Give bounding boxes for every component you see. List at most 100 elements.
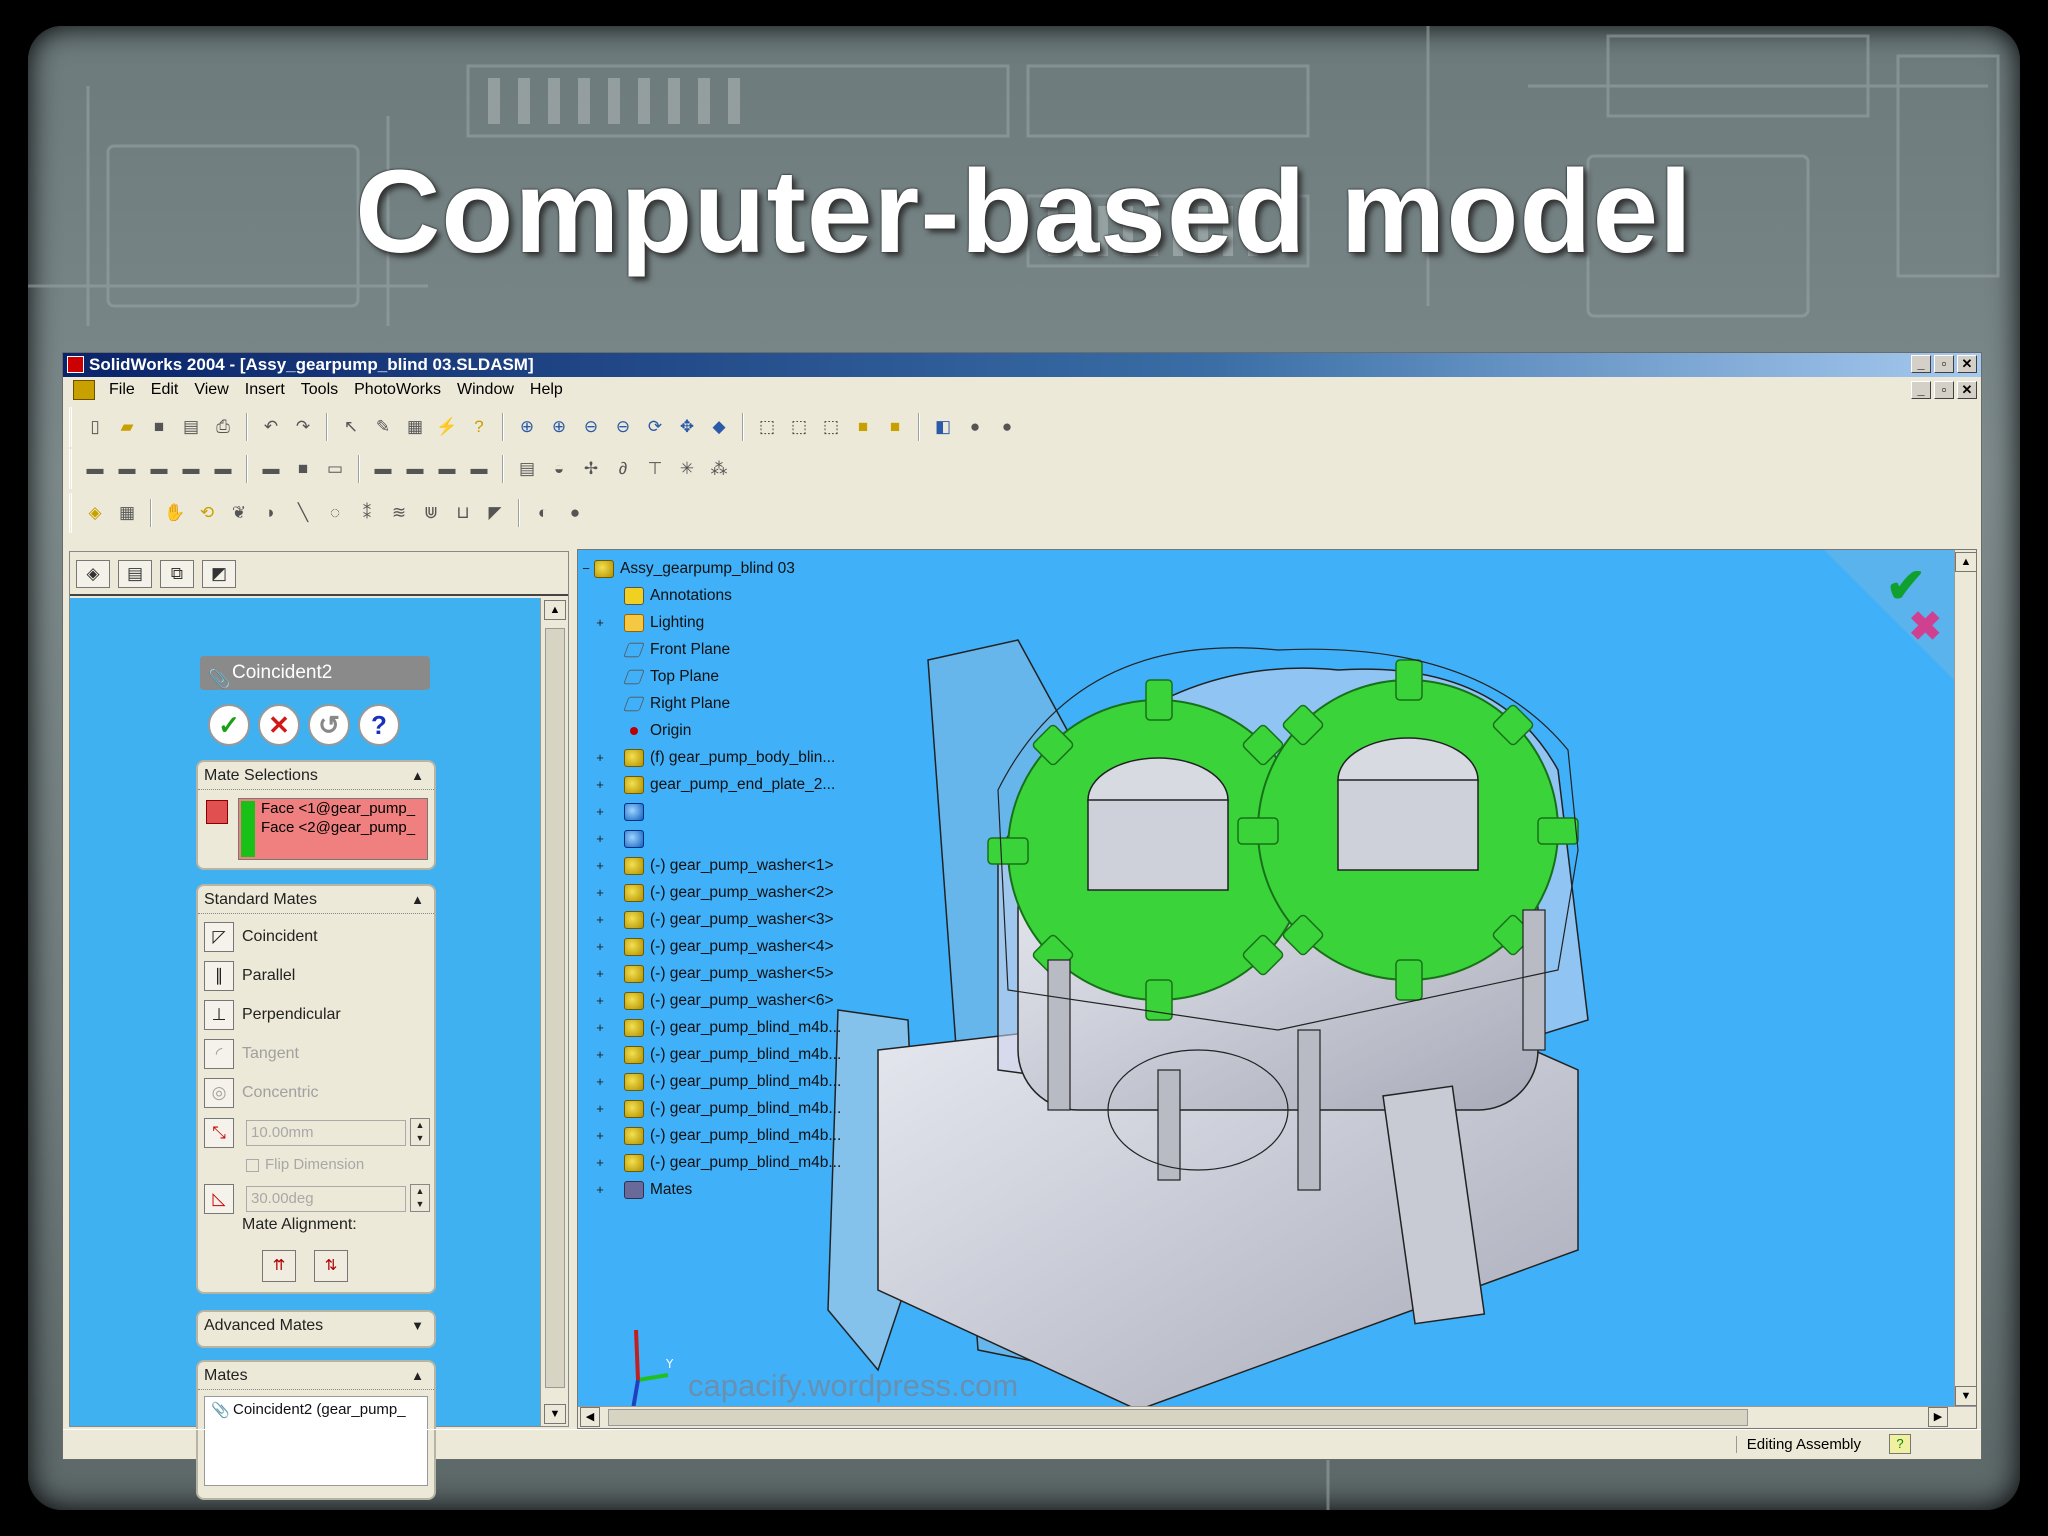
scroll-up-arrow-icon[interactable]: ▲ bbox=[1955, 552, 1976, 572]
panel-scrollbar[interactable]: ▲ ▼ bbox=[540, 598, 568, 1426]
mate-selections-list[interactable]: Face <1@gear_pump_ Face <2@gear_pump_ bbox=[238, 798, 428, 860]
print-icon[interactable]: ⎙ bbox=[210, 414, 236, 440]
assembly-icon[interactable]: ◈ bbox=[82, 500, 108, 526]
tree-node[interactable]: Annotations bbox=[624, 583, 732, 609]
insert-component-icon[interactable]: ▤ bbox=[514, 456, 540, 482]
expand-icon[interactable]: + bbox=[594, 772, 606, 798]
expand-icon[interactable]: + bbox=[594, 907, 606, 933]
hidden-removed-icon[interactable]: ⬚ bbox=[818, 414, 844, 440]
simulation-icon[interactable]: ◐ bbox=[530, 500, 556, 526]
back-view-icon[interactable]: ▬ bbox=[114, 456, 140, 482]
top-view-icon[interactable]: ▬ bbox=[210, 456, 236, 482]
rotate-icon[interactable]: ⟳ bbox=[642, 414, 668, 440]
help-icon[interactable]: ? bbox=[466, 414, 492, 440]
render-icon[interactable]: ● bbox=[562, 500, 588, 526]
expand-icon[interactable]: + bbox=[594, 610, 606, 636]
tree-node[interactable]: + (-) gear_pump_blind_m4b... bbox=[596, 1096, 841, 1122]
tree-node[interactable]: + (-) gear_pump_blind_m4b... bbox=[596, 1042, 841, 1068]
maximize-button[interactable]: ▫ bbox=[1934, 355, 1954, 373]
tree-root[interactable]: − Assy_gearpump_blind 03 bbox=[582, 556, 795, 582]
menu-tools[interactable]: Tools bbox=[293, 377, 346, 403]
undo-icon[interactable]: ↶ bbox=[258, 414, 284, 440]
expand-icon[interactable]: + bbox=[594, 853, 606, 879]
featuremanager-tab-icon[interactable]: ◈ bbox=[76, 560, 110, 588]
expand-icon[interactable]: + bbox=[594, 961, 606, 987]
tree-node-selected[interactable]: + bbox=[596, 799, 650, 825]
tree-node[interactable]: + (-) gear_pump_washer<4> bbox=[596, 934, 834, 960]
tree-node[interactable]: Front Plane bbox=[623, 637, 730, 663]
configurationmanager-tab-icon[interactable]: ⧉ bbox=[160, 560, 194, 588]
layout-icon[interactable]: ▦ bbox=[114, 500, 140, 526]
tree-node[interactable]: + (-) gear_pump_blind_m4b... bbox=[596, 1150, 841, 1176]
3d-sketch-icon[interactable]: ∂ bbox=[610, 456, 636, 482]
tree-node[interactable]: + (-) gear_pump_washer<5> bbox=[596, 961, 834, 987]
rib-icon[interactable]: ◤ bbox=[482, 500, 508, 526]
advanced-mates-group[interactable]: Advanced Mates ▼ bbox=[196, 1310, 436, 1348]
tree-node[interactable]: + Mates bbox=[596, 1177, 692, 1203]
help-button[interactable]: ? bbox=[358, 704, 400, 746]
scroll-right-arrow-icon[interactable]: ▶ bbox=[1928, 1407, 1948, 1427]
move-component-icon[interactable]: ✋ bbox=[162, 500, 188, 526]
pan-icon[interactable]: ✥ bbox=[674, 414, 700, 440]
menu-file[interactable]: File bbox=[101, 377, 143, 403]
close-button[interactable]: ✕ bbox=[1957, 355, 1977, 373]
doc-minimize-button[interactable]: _ bbox=[1911, 381, 1931, 399]
mates-list-item[interactable]: Coincident2 (gear_pump_ bbox=[233, 1401, 423, 1418]
cancel-x-icon[interactable]: ✖ bbox=[1908, 604, 1942, 650]
front-view-icon[interactable]: ▬ bbox=[82, 456, 108, 482]
expand-icon[interactable]: + bbox=[594, 988, 606, 1014]
tree-node[interactable]: Right Plane bbox=[623, 691, 730, 717]
normal-to-icon[interactable]: ▬ bbox=[402, 456, 428, 482]
scroll-down-arrow-icon[interactable]: ▼ bbox=[544, 1404, 566, 1424]
chamfer-icon[interactable]: ╲ bbox=[290, 500, 316, 526]
menu-help[interactable]: Help bbox=[522, 377, 571, 403]
menu-edit[interactable]: Edit bbox=[143, 377, 187, 403]
tree-node[interactable]: + (-) gear_pump_washer<1> bbox=[596, 853, 834, 879]
tree-node-selected[interactable]: + bbox=[596, 826, 650, 852]
distance-field[interactable]: 10.00mm bbox=[246, 1120, 406, 1146]
expand-icon[interactable]: ▼ bbox=[411, 1312, 424, 1340]
scroll-left-arrow-icon[interactable]: ◀ bbox=[580, 1407, 600, 1427]
mate-selection-item[interactable]: Face <2@gear_pump_ bbox=[261, 818, 427, 837]
redo-icon[interactable]: ↷ bbox=[290, 414, 316, 440]
open-icon[interactable]: ▰ bbox=[114, 414, 140, 440]
mate-selections-header[interactable]: Mate Selections ▲ bbox=[198, 762, 434, 790]
ok-button[interactable]: ✓ bbox=[208, 704, 250, 746]
propertymanager-tab-icon[interactable]: ▤ bbox=[118, 560, 152, 588]
tree-node[interactable]: + (-) gear_pump_blind_m4b... bbox=[596, 1123, 841, 1149]
iso-view-icon[interactable]: ■ bbox=[290, 456, 316, 482]
hide-show-icon[interactable]: ◒ bbox=[546, 456, 572, 482]
single-view-icon[interactable]: ▬ bbox=[434, 456, 460, 482]
mate-perpendicular[interactable]: ⊥ Perpendicular bbox=[204, 998, 341, 1032]
shaded-icon[interactable]: ■ bbox=[882, 414, 908, 440]
expand-icon[interactable]: + bbox=[594, 1123, 606, 1149]
smart-fastener-icon[interactable]: ⊤ bbox=[642, 456, 668, 482]
expand-icon[interactable]: + bbox=[594, 880, 606, 906]
tree-node[interactable]: + (-) gear_pump_washer<3> bbox=[596, 907, 834, 933]
expand-icon[interactable]: + bbox=[594, 1177, 606, 1203]
zoom-in-icon[interactable]: ⊕ bbox=[546, 414, 572, 440]
mate-concentric[interactable]: ◎ Concentric bbox=[204, 1076, 318, 1110]
anti-aligned-button[interactable]: ⇅ bbox=[314, 1250, 348, 1282]
fillet-icon[interactable]: ◗ bbox=[258, 500, 284, 526]
pattern-icon[interactable]: ⁑ bbox=[354, 500, 380, 526]
rotate-component-icon[interactable]: ⟲ bbox=[194, 500, 220, 526]
mates-header[interactable]: Mates ▲ bbox=[198, 1362, 434, 1390]
hidden-lines-icon[interactable]: ⬚ bbox=[786, 414, 812, 440]
mate-icon[interactable]: ✢ bbox=[578, 456, 604, 482]
doc-close-button[interactable]: ✕ bbox=[1957, 381, 1977, 399]
expand-icon[interactable]: + bbox=[594, 1042, 606, 1068]
right-view-icon[interactable]: ▬ bbox=[178, 456, 204, 482]
new-icon[interactable]: ▯ bbox=[82, 414, 108, 440]
collapse-icon[interactable]: ▲ bbox=[411, 1362, 424, 1390]
collapse-icon[interactable]: ▲ bbox=[411, 886, 424, 914]
tree-node[interactable]: + (-) gear_pump_blind_m4b... bbox=[596, 1015, 841, 1041]
photoworks-tab-icon[interactable]: ◩ bbox=[202, 560, 236, 588]
cancel-button[interactable]: ✕ bbox=[258, 704, 300, 746]
advanced-mates-header[interactable]: Advanced Mates ▼ bbox=[198, 1312, 434, 1340]
section-view-icon[interactable]: ◧ bbox=[930, 414, 956, 440]
loft-icon[interactable]: ⋓ bbox=[418, 500, 444, 526]
properties-icon[interactable]: ▤ bbox=[178, 414, 204, 440]
tree-node[interactable]: Top Plane bbox=[623, 664, 719, 690]
rebuild-icon[interactable]: ⚡ bbox=[434, 414, 460, 440]
